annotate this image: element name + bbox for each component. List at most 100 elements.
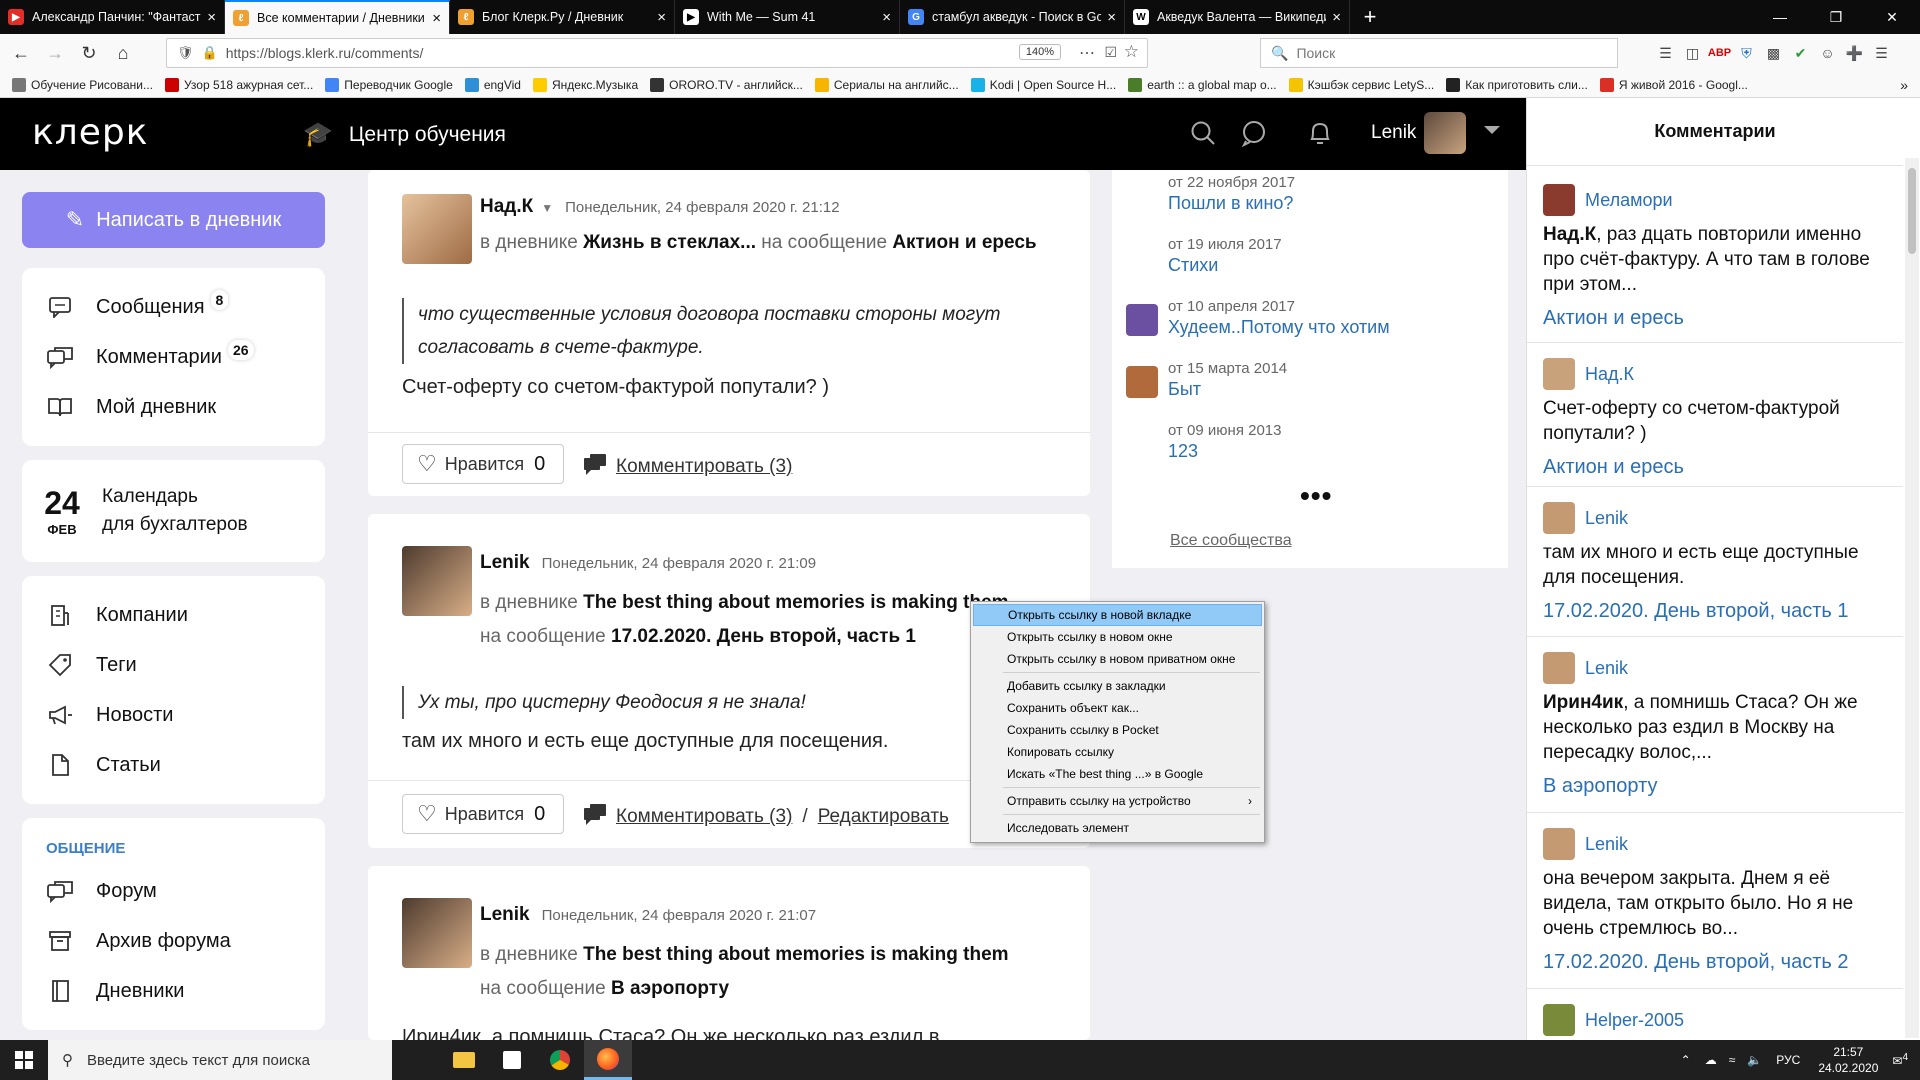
avatar[interactable]: [1126, 366, 1158, 398]
menu-icon[interactable]: ☰: [1868, 40, 1895, 66]
community-link[interactable]: Быт: [1168, 379, 1287, 400]
taskbar-search-input[interactable]: ⚲ Введите здесь текст для поиска: [48, 1040, 392, 1080]
avatar[interactable]: [1543, 502, 1575, 534]
comment-post-link[interactable]: В аэропорту: [1543, 775, 1889, 798]
bookmark-item[interactable]: Я живой 2016 - Googl...: [1599, 77, 1748, 92]
community-link[interactable]: Пошли в кино?: [1168, 193, 1295, 214]
comment-author[interactable]: Lenik: [1543, 502, 1889, 534]
browser-tab[interactable]: ▶ With Me — Sum 41 ×: [675, 0, 900, 34]
avatar[interactable]: [1543, 184, 1575, 216]
store-icon[interactable]: [488, 1040, 536, 1080]
close-tab-icon[interactable]: ×: [432, 10, 441, 27]
context-menu-item[interactable]: Копировать ссылку: [973, 741, 1262, 763]
message-link[interactable]: 17.02.2020. День второй, часть 1: [611, 626, 916, 647]
scrollbar-thumb[interactable]: [1908, 168, 1916, 254]
context-menu-item[interactable]: Открыть ссылку в новом приватном окне: [973, 648, 1262, 670]
search-icon[interactable]: [1186, 116, 1220, 150]
lock-icon[interactable]: 🔒: [202, 45, 218, 61]
bookmarks-overflow-icon[interactable]: »: [1900, 77, 1908, 93]
close-tab-icon[interactable]: ×: [1332, 9, 1341, 26]
comment-post-link[interactable]: 17.02.2020. День второй, часть 1: [1543, 600, 1889, 623]
url-bar[interactable]: 🛡 🔒 https://blogs.klerk.ru/comments/ 140…: [166, 38, 1148, 68]
back-icon[interactable]: ←: [4, 38, 38, 68]
clock[interactable]: 21:57 24.02.2020: [1818, 1044, 1878, 1076]
comment-post-link[interactable]: 17.02.2020. День второй, часть 2: [1543, 951, 1889, 974]
sidebar-icon[interactable]: ◫: [1679, 40, 1706, 66]
context-menu-item[interactable]: Исследовать элемент: [973, 817, 1262, 839]
bookmark-item[interactable]: Обучение Рисовани...: [12, 77, 153, 92]
restore-icon[interactable]: ❐: [1808, 0, 1864, 34]
comment-post-link[interactable]: Актион и ересь: [1543, 456, 1889, 479]
reload-icon[interactable]: ↻: [72, 38, 106, 68]
bookmark-item[interactable]: engVid: [464, 77, 521, 92]
bookmark-item[interactable]: Переводчик Google: [325, 77, 453, 92]
bookmark-item[interactable]: Сериалы на английс...: [814, 77, 959, 92]
pocket-icon[interactable]: ☑: [1104, 44, 1117, 61]
close-tab-icon[interactable]: ×: [1107, 9, 1116, 26]
bookmark-item[interactable]: Яндекс.Музыка: [532, 77, 638, 92]
close-tab-icon[interactable]: ×: [207, 9, 216, 26]
sidebar-item[interactable]: Архив форума: [22, 916, 325, 966]
library-icon[interactable]: ☰: [1652, 40, 1679, 66]
comment-link[interactable]: Комментировать (3): [582, 452, 792, 482]
context-menu-item[interactable]: Открыть ссылку в новом окне: [973, 626, 1262, 648]
like-button[interactable]: ♡ Нравится 0: [402, 444, 564, 484]
post-author[interactable]: Над.К: [480, 196, 533, 218]
account-icon[interactable]: ☺: [1814, 40, 1841, 66]
avatar[interactable]: [402, 898, 472, 968]
input-language[interactable]: РУС: [1776, 1053, 1800, 1067]
more-communities-button[interactable]: •••: [1300, 480, 1332, 512]
chevron-down-icon[interactable]: ▼: [541, 201, 553, 215]
sidebar-item[interactable]: Дневники: [22, 966, 325, 1016]
adblock-icon[interactable]: ABP: [1706, 40, 1733, 66]
network-icon[interactable]: ☁: [1705, 1053, 1717, 1067]
chevron-up-icon[interactable]: ⌃: [1681, 1053, 1691, 1067]
accountant-calendar-card[interactable]: 24 ФЕВ Календарь для бухгалтеров: [22, 460, 325, 562]
browser-tab[interactable]: Gстамбул акведук - Поиск в Go ×: [900, 0, 1125, 34]
avatar[interactable]: [1543, 358, 1575, 390]
avatar[interactable]: [402, 546, 472, 616]
shield-ext-icon[interactable]: ⛨: [1733, 40, 1760, 66]
wifi-icon[interactable]: ≈: [1729, 1053, 1736, 1067]
new-tab-button[interactable]: +: [1350, 0, 1390, 34]
sidebar-item[interactable]: Новости: [22, 690, 325, 740]
context-menu-item[interactable]: Сохранить ссылку в Pocket: [973, 719, 1262, 741]
sidebar-item[interactable]: Статьи: [22, 740, 325, 790]
shield-icon[interactable]: 🛡: [177, 45, 194, 61]
avatar[interactable]: [1543, 652, 1575, 684]
extension-icon[interactable]: ➕: [1841, 40, 1868, 66]
notification-center-icon[interactable]: ✉4: [1892, 1052, 1908, 1068]
extension-icon[interactable]: ▩: [1760, 40, 1787, 66]
context-menu-item[interactable]: Искать «The best thing ...» в Google: [973, 763, 1262, 785]
post-author[interactable]: Lenik: [480, 552, 530, 574]
sidebar-item[interactable]: Форум: [22, 866, 325, 916]
message-link[interactable]: Актион и ересь: [892, 232, 1036, 253]
comment-author[interactable]: Меламори: [1543, 184, 1889, 216]
avatar[interactable]: [1126, 304, 1158, 336]
bookmark-star-icon[interactable]: ☆: [1124, 42, 1139, 62]
page-actions-icon[interactable]: ⋯: [1079, 43, 1095, 63]
avatar[interactable]: [1543, 1004, 1575, 1036]
browser-tab[interactable]: W Акведук Валента — Википеди ×: [1125, 0, 1350, 34]
bookmark-item[interactable]: ORORO.TV - английск...: [650, 77, 803, 92]
avatar[interactable]: [1543, 828, 1575, 860]
file-explorer-icon[interactable]: [440, 1040, 488, 1080]
community-link[interactable]: Худеем..Потому что хотим: [1168, 317, 1390, 338]
message-link[interactable]: В аэропорту: [611, 978, 729, 999]
close-tab-icon[interactable]: ×: [882, 9, 891, 26]
scrollbar[interactable]: [1905, 158, 1919, 1038]
diary-link[interactable]: The best thing about memories is making …: [583, 592, 1008, 613]
browser-tab[interactable]: ▶ Александр Панчин: "Фантасти ×: [0, 0, 225, 34]
post-author[interactable]: Lenik: [480, 904, 530, 926]
minimize-icon[interactable]: —: [1752, 0, 1808, 34]
edit-link[interactable]: Редактировать: [818, 806, 949, 828]
firefox-icon[interactable]: [584, 1040, 632, 1080]
diary-link[interactable]: The best thing about memories is making …: [583, 944, 1008, 965]
notifications-ext-icon[interactable]: ✔: [1787, 40, 1814, 66]
browser-search-input[interactable]: 🔍 Поиск: [1260, 38, 1618, 68]
context-menu-item[interactable]: Сохранить объект как...: [973, 697, 1262, 719]
chat-icon[interactable]: [1237, 116, 1271, 150]
close-window-icon[interactable]: ✕: [1864, 0, 1920, 34]
browser-tab[interactable]: ℓ Блог Клерк.Ру / Дневник ×: [450, 0, 675, 34]
windows-start-button[interactable]: [0, 1040, 48, 1080]
